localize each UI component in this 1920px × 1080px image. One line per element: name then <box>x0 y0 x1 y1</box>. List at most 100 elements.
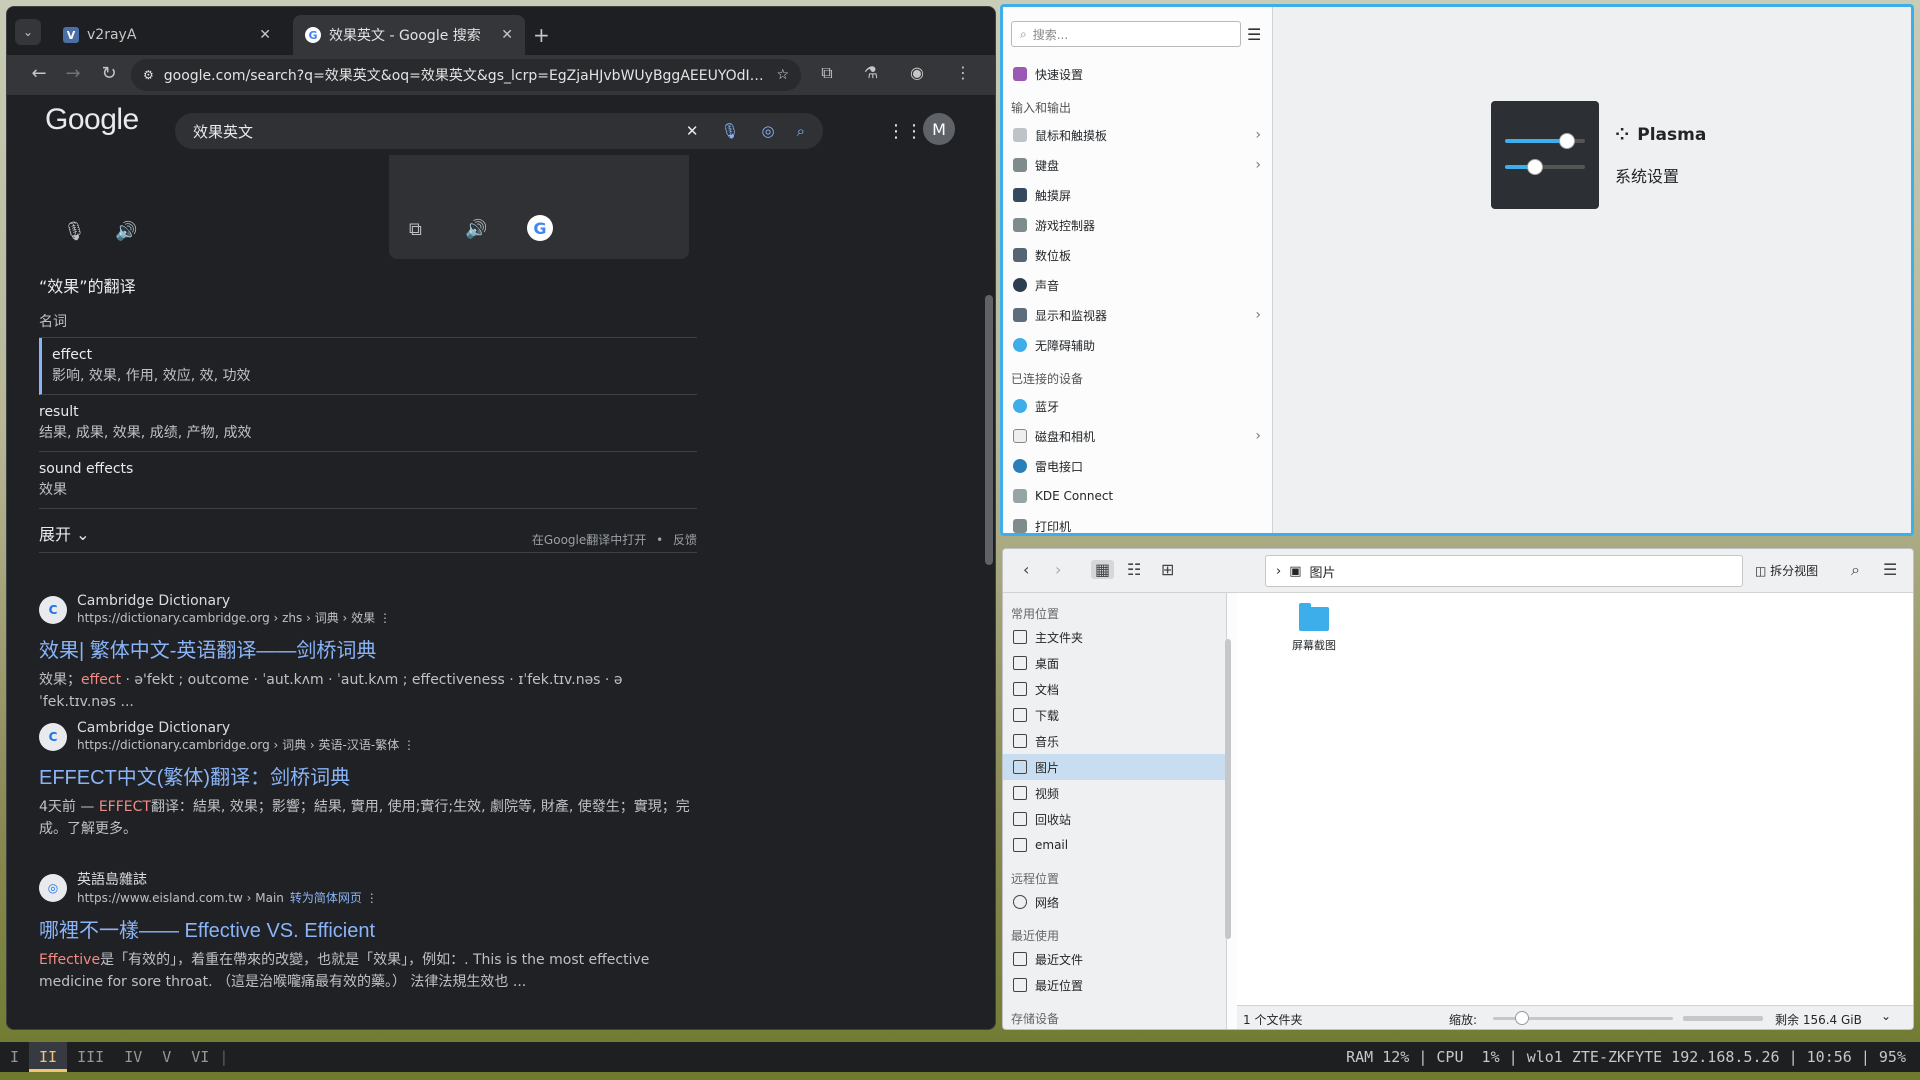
breadcrumb[interactable]: › ▣ 图片 <box>1265 555 1743 587</box>
settings-item-printers[interactable]: 打印机 <box>1003 511 1273 533</box>
speaker-icon[interactable]: 🔊 <box>465 219 487 240</box>
dictionary-entry[interactable]: result 结果, 成果, 效果, 成绩, 产物, 成效 <box>39 395 697 452</box>
search-icon[interactable]: ⌕ <box>797 122 805 140</box>
search-query[interactable]: 效果英文 <box>193 121 664 142</box>
close-icon[interactable]: ✕ <box>259 27 271 43</box>
zoom-label: 缩放: <box>1449 1013 1478 1027</box>
google-apps-icon[interactable]: ⋮⋮ <box>887 121 923 142</box>
workspace-4[interactable]: IV <box>114 1042 152 1072</box>
dolphin-window: ‹ › ▦ ☷ ⊞ › ▣ 图片 ◫ 拆分视图 ⌕ ☰ 常用位置 主文件夹 桌面… <box>1002 548 1914 1030</box>
workspace-3[interactable]: III <box>67 1042 114 1072</box>
open-in-translate-link[interactable]: 在Google翻译中打开 <box>532 533 646 547</box>
result-title-link[interactable]: 效果| 繁体中文-英语翻译——剑桥词典 <box>39 634 699 663</box>
zoom-slider-knob[interactable] <box>1515 1011 1529 1025</box>
google-translate-icon[interactable]: G <box>527 215 553 241</box>
settings-item-accessibility[interactable]: 无障碍辅助 <box>1003 330 1273 360</box>
place-desktop[interactable]: 桌面 <box>1003 650 1226 676</box>
result-menu-icon[interactable]: ⋮ <box>366 891 378 905</box>
new-tab-button[interactable]: + <box>533 23 550 47</box>
google-logo[interactable]: Google <box>45 103 139 137</box>
result-menu-icon[interactable]: ⋮ <box>403 738 415 752</box>
translate-page-link[interactable]: 转为简体网页 <box>290 891 362 905</box>
source-speaker-icon[interactable]: 🔊 <box>115 221 137 242</box>
details-view-button[interactable]: ☷ <box>1127 560 1141 579</box>
voice-search-icon[interactable]: 🎙 <box>720 122 739 140</box>
workspace-6[interactable]: VI <box>181 1042 219 1072</box>
place-music[interactable]: 音乐 <box>1003 728 1226 754</box>
breadcrumb-current[interactable]: 图片 <box>1310 562 1336 581</box>
scrollbar-thumb[interactable] <box>985 295 993 565</box>
back-button[interactable]: ← <box>27 63 51 84</box>
workspace-2[interactable]: II <box>29 1042 68 1072</box>
settings-item-bluetooth[interactable]: 蓝牙 <box>1003 391 1273 421</box>
page-scrollbar[interactable] <box>985 185 993 585</box>
place-downloads[interactable]: 下载 <box>1003 702 1226 728</box>
chevron-down-icon[interactable]: ⌄ <box>1881 1009 1891 1023</box>
labs-icon[interactable]: ⚗ <box>859 63 883 82</box>
place-email[interactable]: email <box>1003 832 1226 858</box>
settings-item-kde-connect[interactable]: KDE Connect <box>1003 481 1273 511</box>
settings-item-tablet[interactable]: 数位板 <box>1003 240 1273 270</box>
decorative-slider <box>1505 159 1585 175</box>
bookmark-star-icon[interactable]: ☆ <box>776 67 789 83</box>
settings-item-touchscreen[interactable]: 触摸屏 <box>1003 180 1273 210</box>
lens-icon[interactable]: ◎ <box>762 122 775 140</box>
result-source[interactable]: C Cambridge Dictionary https://dictionar… <box>39 720 699 753</box>
settings-item-keyboard[interactable]: 键盘 › <box>1003 150 1273 180</box>
copy-icon[interactable]: ⧉ <box>409 219 422 240</box>
dictionary-entry[interactable]: sound effects 效果 <box>39 452 697 509</box>
site-info-icon[interactable]: ⚙ <box>143 68 154 82</box>
place-documents[interactable]: 文档 <box>1003 676 1226 702</box>
feedback-link[interactable]: 反馈 <box>673 533 697 547</box>
dictionary-entry[interactable]: effect 影响, 效果, 作用, 效应, 效, 功效 <box>39 338 697 395</box>
place-videos[interactable]: 视频 <box>1003 780 1226 806</box>
profile-avatar-icon[interactable]: ◉ <box>905 63 929 82</box>
result-source[interactable]: C Cambridge Dictionary https://dictionar… <box>39 593 699 626</box>
clear-icon[interactable]: ✕ <box>686 122 699 140</box>
tab-search-button[interactable]: ⌄ <box>15 19 41 45</box>
close-icon[interactable]: ✕ <box>501 27 513 43</box>
folder-item[interactable]: 屏幕截图 <box>1279 603 1349 653</box>
place-trash[interactable]: 回收站 <box>1003 806 1226 832</box>
result-menu-icon[interactable]: ⋮ <box>379 611 391 625</box>
place-pictures[interactable]: 图片 <box>1003 754 1226 780</box>
icons-view-button[interactable]: ▦ <box>1091 560 1115 579</box>
search-icon[interactable]: ⌕ <box>1851 560 1860 580</box>
account-avatar[interactable]: M <box>923 113 955 145</box>
zoom-slider[interactable] <box>1493 1011 1673 1025</box>
address-bar[interactable]: ⚙ google.com/search?q=效果英文&oq=效果英文&gs_lc… <box>131 59 801 91</box>
places-scrollbar[interactable] <box>1225 639 1231 939</box>
tab-google-search[interactable]: G 效果英文 - Google 搜索 ✕ <box>293 15 525 55</box>
extensions-icon[interactable]: ⧉ <box>815 63 839 83</box>
google-search-box[interactable]: 效果英文 ✕ 🎙 ◎ ⌕ <box>175 113 823 149</box>
split-view-button[interactable]: ◫ 拆分视图 <box>1755 562 1818 579</box>
hamburger-menu-icon[interactable]: ☰ <box>1883 560 1897 579</box>
reload-button[interactable]: ↻ <box>97 63 121 84</box>
more-menu-icon[interactable]: ⋮ <box>951 63 975 82</box>
workspace-5[interactable]: V <box>152 1042 181 1072</box>
split-view-icon: ◫ <box>1755 564 1767 578</box>
result-title-link[interactable]: EFFECT中文(繁体)翻译：剑桥词典 <box>39 761 699 790</box>
tree-view-button[interactable]: ⊞ <box>1161 560 1174 579</box>
settings-search-input[interactable]: ⌕ 搜索... <box>1011 21 1241 47</box>
settings-item-mouse[interactable]: 鼠标和触摸板 › <box>1003 120 1273 150</box>
workspace-1[interactable]: I <box>0 1042 29 1072</box>
settings-item-disks[interactable]: 磁盘和相机 › <box>1003 421 1273 451</box>
place-recent-files[interactable]: 最近文件 <box>1003 946 1226 972</box>
settings-item-quick[interactable]: 快速设置 <box>1003 59 1273 89</box>
source-mic-icon[interactable]: 🎙 <box>63 221 86 242</box>
tab-v2raya[interactable]: V v2rayA ✕ <box>51 15 283 55</box>
result-source[interactable]: ◎ 英語島雜誌 https://www.eisland.com.tw › Mai… <box>39 869 699 906</box>
settings-item-game-controller[interactable]: 游戏控制器 <box>1003 210 1273 240</box>
settings-item-sound[interactable]: 声音 <box>1003 270 1273 300</box>
result-title-link[interactable]: 哪裡不一樣—— Effective VS. Efficient <box>39 914 699 943</box>
place-network[interactable]: 网络 <box>1003 889 1226 915</box>
place-recent-locations[interactable]: 最近位置 <box>1003 972 1226 998</box>
back-button[interactable]: ‹ <box>1023 560 1029 579</box>
settings-item-display[interactable]: 显示和监视器 › <box>1003 300 1273 330</box>
hamburger-menu-icon[interactable]: ☰ <box>1247 25 1261 44</box>
forward-button[interactable]: › <box>1055 560 1061 579</box>
forward-button[interactable]: → <box>61 63 85 84</box>
settings-item-thunderbolt[interactable]: 雷电接口 <box>1003 451 1273 481</box>
place-home[interactable]: 主文件夹 <box>1003 624 1226 650</box>
